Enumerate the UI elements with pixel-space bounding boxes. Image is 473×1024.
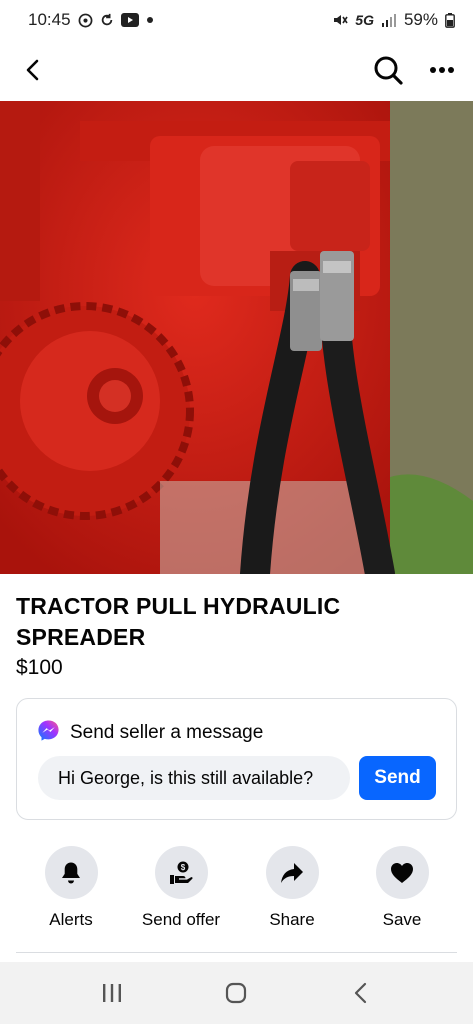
message-heading: Send seller a message	[37, 719, 263, 747]
send-button[interactable]: Send	[359, 756, 436, 800]
share-button[interactable]: Share	[237, 846, 347, 930]
heart-icon	[391, 862, 413, 883]
message-input[interactable]: Hi George, is this still available?	[38, 756, 350, 800]
recent-apps-button[interactable]	[82, 968, 142, 1018]
bell-icon	[62, 862, 80, 883]
recent-apps-icon	[103, 984, 122, 1002]
battery-percent: 59%	[403, 10, 438, 29]
sync-icon	[100, 13, 114, 27]
listing-photo-image	[0, 101, 473, 574]
share-label: Share	[269, 910, 315, 929]
back-button[interactable]	[16, 53, 50, 87]
system-nav-bar	[0, 962, 473, 1024]
back-icon	[354, 982, 366, 1004]
mute-icon	[332, 12, 348, 28]
messenger-icon	[37, 719, 60, 747]
whatsapp-icon	[78, 13, 93, 28]
network-type: 5G	[355, 12, 374, 28]
offer-hand-icon: $	[170, 861, 193, 884]
top-actions	[371, 53, 459, 87]
home-button[interactable]	[206, 968, 266, 1018]
listing-photo[interactable]	[0, 101, 473, 574]
alerts-button[interactable]: Alerts	[16, 846, 126, 930]
save-label: Save	[382, 910, 422, 929]
more-dots-icon	[430, 67, 454, 73]
chevron-left-icon	[26, 59, 39, 81]
message-heading-text: Send seller a message	[70, 722, 264, 743]
signal-icon	[381, 13, 397, 27]
action-row: Alerts $ Send offer Share Save	[0, 846, 473, 936]
home-icon	[226, 982, 247, 1004]
listing-title: TRACTOR PULL HYDRAULIC SPREADER	[16, 593, 341, 650]
share-circle[interactable]	[265, 846, 319, 899]
youtube-icon	[120, 13, 139, 27]
save-circle[interactable]	[375, 846, 429, 899]
search-button[interactable]	[371, 53, 405, 87]
section-divider	[16, 952, 457, 953]
status-right: 5G 59%	[332, 10, 455, 30]
listing-price: $100	[16, 656, 63, 679]
system-back-button[interactable]	[331, 968, 391, 1018]
top-bar	[0, 40, 473, 100]
send-offer-label: Send offer	[141, 910, 221, 929]
search-icon	[374, 56, 403, 85]
battery-icon	[445, 12, 455, 28]
send-offer-button[interactable]: $ Send offer	[126, 846, 236, 930]
message-seller-card: Send seller a message Hi George, is this…	[16, 698, 457, 820]
more-button[interactable]	[425, 53, 459, 87]
status-bar: 10:45 5G 59%	[0, 0, 473, 40]
share-arrow-icon	[281, 862, 303, 883]
dot-icon	[146, 16, 154, 24]
alerts-circle[interactable]	[44, 846, 98, 899]
save-button[interactable]: Save	[347, 846, 457, 930]
clock: 10:45	[28, 10, 71, 29]
status-left: 10:45	[28, 10, 154, 30]
send-offer-circle[interactable]: $	[154, 846, 208, 899]
alerts-label: Alerts	[49, 910, 93, 929]
svg-text:$: $	[181, 863, 186, 872]
